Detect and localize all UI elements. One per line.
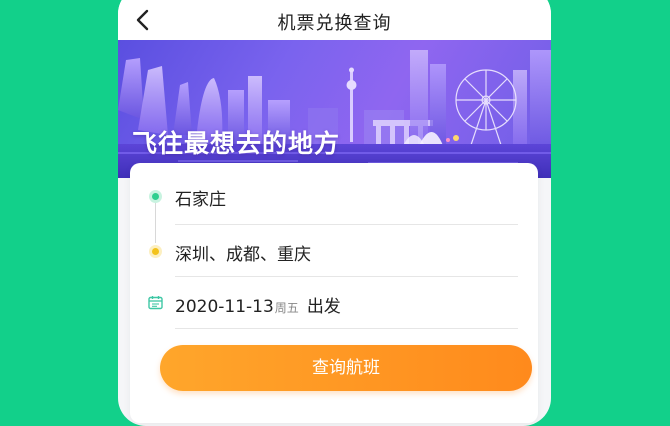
divider [175,328,518,329]
flight-search-card: 石家庄 深圳、成都、重庆 2020-11-13周五 出发 查询航班 [130,163,538,423]
origin-marker-dot [152,193,159,200]
phone-screen: 机票兑换查询 飞往最想去的地方 石家庄 深圳、成都、重庆 2020-11-13周… [118,0,551,426]
origin-row[interactable]: 石家庄 [130,170,538,222]
promo-banner[interactable]: 飞往最想去的地方 [118,40,551,178]
departure-date: 2020-11-13周五 出发 [175,292,341,317]
page-title: 机票兑换查询 [277,13,392,34]
weekday-label: 周五 [274,301,299,315]
destination-marker-icon [149,245,162,258]
destination-marker-dot [152,248,159,255]
depart-label: 出发 [306,297,341,317]
search-flights-button[interactable]: 查询航班 [160,345,532,391]
banner-title: 飞往最想去的地方 [132,129,341,158]
destination-row[interactable]: 深圳、成都、重庆 [130,225,538,277]
origin-city: 石家庄 [175,190,226,210]
navigation-bar: 机票兑换查询 [118,0,551,40]
calendar-icon [148,296,163,310]
date-value: 2020-11-13 [175,297,274,317]
departure-date-row[interactable]: 2020-11-13周五 出发 [130,277,538,329]
destination-cities: 深圳、成都、重庆 [175,245,311,265]
origin-marker-icon [149,190,162,203]
